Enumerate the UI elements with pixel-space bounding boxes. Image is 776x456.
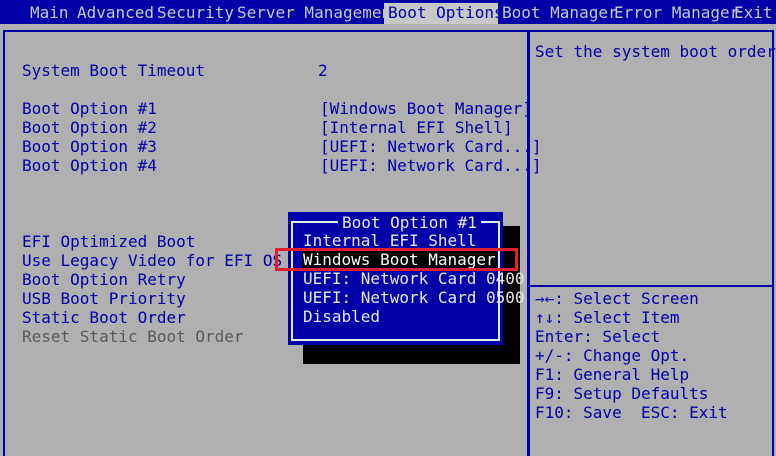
- menu-tab-boot-options[interactable]: Boot Options: [384, 3, 504, 24]
- menu-bar: Main Advanced Security Server Management…: [0, 0, 776, 24]
- setting-boot-timeout-label[interactable]: System Boot Timeout: [22, 61, 205, 80]
- menu-tab-main[interactable]: Main: [26, 3, 73, 24]
- setting-reset-static-boot-order: Reset Static Boot Order: [22, 327, 244, 346]
- popup-option-network-card-0400[interactable]: UEFI: Network Card 0400: [302, 269, 526, 288]
- setting-boot-option-1-value[interactable]: [Windows Boot Manager]: [320, 99, 532, 118]
- setting-boot-option-4-label[interactable]: Boot Option #4: [22, 156, 157, 175]
- help-description: Set the system boot order .: [535, 42, 776, 61]
- boot-option-popup: Boot Option #1 Internal EFI Shell Window…: [288, 212, 525, 345]
- menu-tab-server-management[interactable]: Server Management: [233, 3, 405, 24]
- setting-legacy-video-efi[interactable]: Use Legacy Video for EFI OS: [22, 251, 282, 270]
- help-key-setup-defaults: F9: Setup Defaults: [535, 384, 709, 403]
- setting-boot-timeout-value[interactable]: 2: [318, 61, 328, 80]
- help-key-save-exit: F10: Save ESC: Exit: [535, 403, 728, 422]
- panel-divider: [527, 30, 530, 456]
- help-key-general-help: F1: General Help: [535, 365, 690, 384]
- menu-tab-security[interactable]: Security: [153, 3, 238, 24]
- setting-boot-option-3-value[interactable]: [UEFI: Network Card...]: [320, 137, 542, 156]
- setting-boot-option-2-label[interactable]: Boot Option #2: [22, 118, 157, 137]
- menu-tab-error-manager[interactable]: Error Manager: [610, 3, 743, 24]
- setting-boot-option-1-label[interactable]: Boot Option #1: [22, 99, 157, 118]
- setting-boot-option-3-label[interactable]: Boot Option #3: [22, 137, 157, 156]
- help-divider: [530, 285, 774, 287]
- menu-tab-exit[interactable]: Exit: [730, 3, 776, 24]
- popup-option-network-card-0500[interactable]: UEFI: Network Card 0500: [302, 288, 526, 307]
- setting-static-boot-order[interactable]: Static Boot Order: [22, 308, 186, 327]
- setting-usb-boot-priority[interactable]: USB Boot Priority: [22, 289, 186, 308]
- popup-title: Boot Option #1: [338, 213, 481, 232]
- setting-efi-optimized-boot[interactable]: EFI Optimized Boot: [22, 232, 195, 251]
- help-key-select-item: ↑↓: Select Item: [535, 308, 680, 327]
- help-key-select-screen: →←: Select Screen: [535, 289, 699, 308]
- setting-boot-option-2-value[interactable]: [Internal EFI Shell]: [320, 118, 513, 137]
- help-key-enter: Enter: Select: [535, 327, 661, 346]
- setting-boot-option-4-value[interactable]: [UEFI: Network Card...]: [320, 156, 542, 175]
- help-key-change-opt: +/-: Change Opt.: [535, 346, 690, 365]
- setting-boot-option-retry[interactable]: Boot Option Retry: [22, 270, 186, 289]
- selection-highlight-box: [275, 248, 518, 271]
- popup-option-disabled[interactable]: Disabled: [302, 307, 381, 326]
- menu-tab-advanced[interactable]: Advanced: [73, 3, 158, 24]
- menu-tab-boot-manager[interactable]: Boot Manager: [498, 3, 622, 24]
